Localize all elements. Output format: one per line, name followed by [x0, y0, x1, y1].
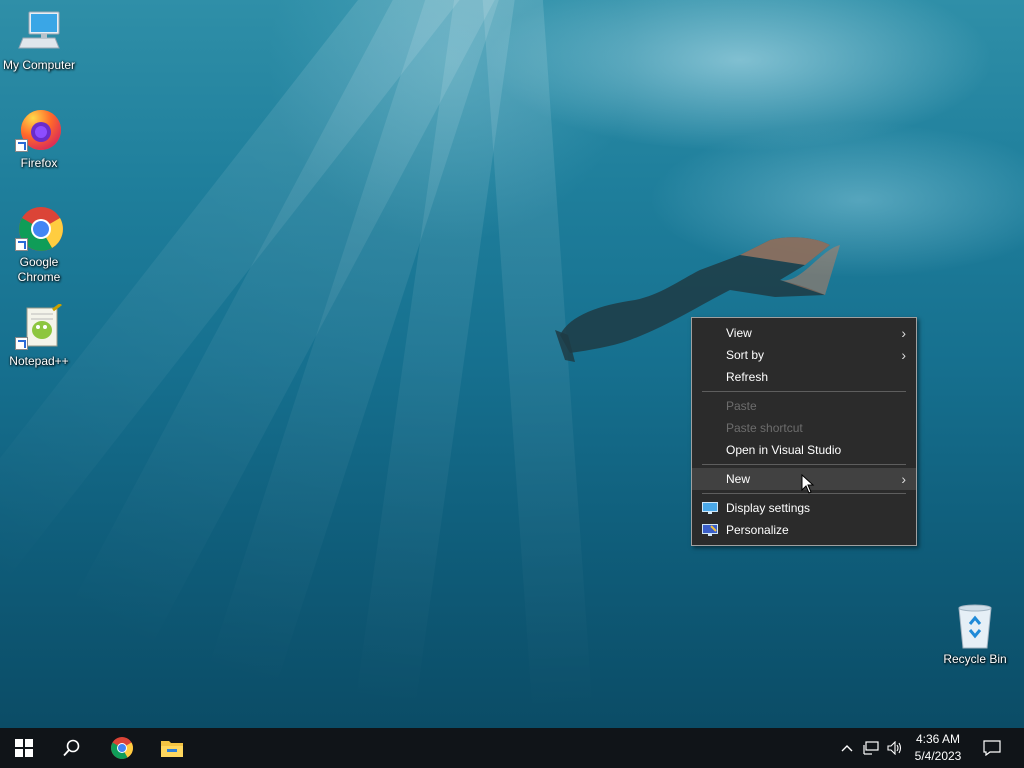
start-icon: [15, 739, 33, 757]
menu-item-label: Sort by: [726, 348, 765, 362]
action-center-button[interactable]: [978, 728, 1006, 768]
menu-item-paste-shortcut[interactable]: Paste shortcut: [692, 417, 916, 439]
chevron-up-icon: [841, 745, 853, 752]
menu-item-label: New: [726, 472, 751, 486]
volume-button[interactable]: [884, 728, 906, 768]
menu-item-refresh[interactable]: Refresh: [692, 366, 916, 388]
menu-item-label: Open in Visual Studio: [726, 443, 842, 457]
menu-separator: [702, 464, 906, 465]
desktop-icon-label: Recycle Bin: [943, 652, 1007, 666]
chevron-right-icon: ›: [901, 325, 906, 341]
menu-item-label: Paste shortcut: [726, 421, 803, 435]
start-button[interactable]: [0, 728, 48, 768]
desktop-icon-label: Firefox: [20, 156, 58, 170]
desktop-icon-my-computer[interactable]: My Computer: [1, 8, 77, 73]
menu-item-label: Paste: [726, 399, 757, 413]
taskbar-chrome-button[interactable]: [98, 728, 146, 768]
computer-icon: [18, 11, 60, 49]
display-icon: [702, 502, 718, 514]
volume-icon: [887, 741, 902, 755]
shortcut-arrow-icon: [15, 139, 28, 152]
chrome-icon: [111, 737, 133, 759]
shortcut-arrow-icon: [15, 238, 28, 251]
menu-item-label: Display settings: [726, 501, 811, 515]
file-explorer-icon: [161, 741, 183, 757]
menu-item-label: View: [726, 326, 752, 340]
menu-item-open-in-visual-studio[interactable]: Open in Visual Studio: [692, 439, 916, 461]
clock-time: 4:36 AM: [915, 732, 961, 746]
show-hidden-icons-button[interactable]: [838, 728, 856, 768]
menu-item-personalize[interactable]: Personalize: [692, 519, 916, 541]
notification-icon: [983, 740, 1001, 756]
taskbar-clock[interactable]: 4:36 AM 5/4/2023: [908, 731, 968, 765]
search-icon: [63, 739, 80, 757]
menu-item-label: Refresh: [726, 370, 769, 384]
network-icon: [863, 741, 879, 755]
mouse-cursor-icon: [801, 474, 815, 494]
menu-item-label: Personalize: [726, 523, 789, 537]
clock-date: 5/4/2023: [914, 749, 962, 763]
menu-item-paste[interactable]: Paste: [692, 395, 916, 417]
menu-item-view[interactable]: View ›: [692, 322, 916, 344]
desktop-icon-firefox[interactable]: Firefox: [1, 106, 77, 171]
desktop-context-menu: View › Sort by › Refresh Paste Paste sho…: [691, 317, 917, 546]
menu-item-sort-by[interactable]: Sort by ›: [692, 344, 916, 366]
recycle-bin-icon: [958, 604, 992, 649]
chevron-right-icon: ›: [901, 347, 906, 363]
shortcut-arrow-icon: [15, 337, 28, 350]
desktop-background[interactable]: My Computer Firefox Google Chrome Notepa…: [0, 0, 1024, 728]
desktop-icon-label: Google Chrome: [17, 255, 61, 284]
desktop-icon-recycle-bin[interactable]: Recycle Bin: [937, 602, 1013, 667]
chevron-right-icon: ›: [901, 471, 906, 487]
menu-item-display-settings[interactable]: Display settings: [692, 497, 916, 519]
taskbar-file-explorer-button[interactable]: [148, 728, 196, 768]
network-button[interactable]: [860, 728, 882, 768]
desktop-icon-notepadpp[interactable]: Notepad++: [1, 302, 77, 369]
taskbar: 4:36 AM 5/4/2023: [0, 728, 1024, 768]
desktop-icon-google-chrome[interactable]: Google Chrome: [1, 205, 77, 285]
personalize-icon: [702, 524, 718, 536]
search-button[interactable]: [48, 728, 96, 768]
menu-separator: [702, 391, 906, 392]
desktop-icon-label: Notepad++: [9, 354, 69, 368]
desktop-icon-label: My Computer: [2, 58, 76, 72]
